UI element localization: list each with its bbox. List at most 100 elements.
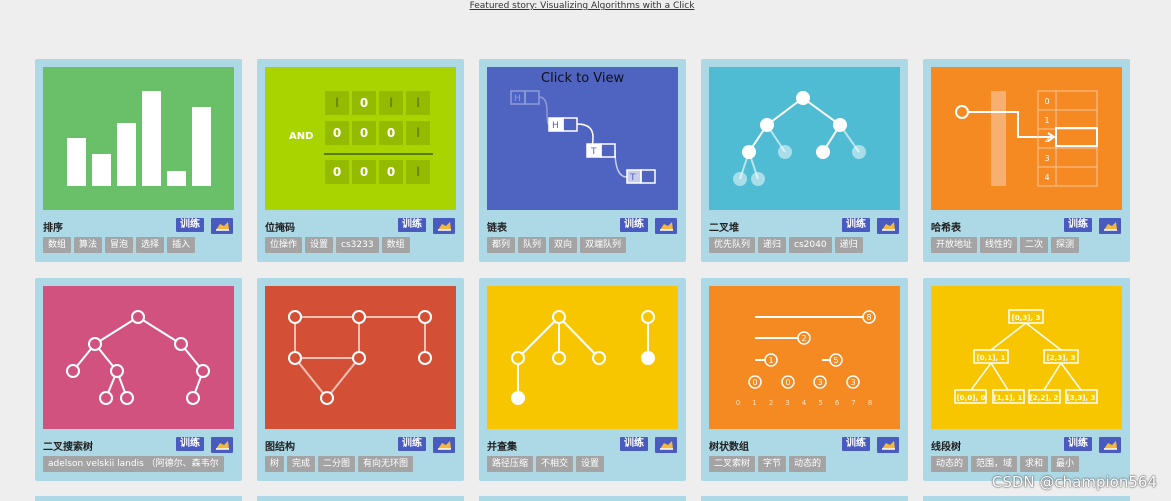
svg-text:3: 3 [850, 378, 855, 387]
hand-pointer-icon[interactable] [655, 437, 677, 453]
thumbnail-bst[interactable] [43, 286, 234, 429]
next-row-card [257, 496, 464, 501]
tag[interactable]: 字节 [758, 456, 787, 472]
hand-pointer-icon[interactable] [1099, 437, 1121, 453]
hand-pointer-icon[interactable] [877, 218, 899, 234]
tag[interactable]: 探测 [1051, 237, 1080, 253]
card-title: 图结构 [265, 442, 295, 453]
tag[interactable]: 有向无环图 [358, 456, 414, 472]
tag[interactable]: adelson velskii landis （阿德尔、森韦尔 [43, 456, 224, 472]
tag[interactable]: 不相交 [536, 456, 574, 472]
fenwick-tree-illustration: 8 2 1 5 0 0 3 3 0 1 2 3 4 5 6 7 8 [709, 286, 900, 429]
train-button[interactable]: 训练 [842, 218, 870, 232]
bit-cell-value: l [416, 126, 420, 140]
tag[interactable]: 完成 [287, 456, 316, 472]
thumbnail-sorting[interactable] [43, 67, 234, 210]
hash-index-label: 3 [1044, 154, 1049, 163]
next-row-card [923, 496, 1130, 501]
tag[interactable]: 数组 [381, 237, 410, 253]
tag-list: 开放地址 线性的 二次 探测 [931, 237, 1127, 255]
binary-heap-illustration [709, 67, 900, 210]
tag[interactable]: 范围，域 [971, 456, 1018, 472]
hand-pointer-icon[interactable] [655, 218, 677, 234]
hand-pointer-icon[interactable] [877, 437, 899, 453]
hand-pointer-icon[interactable] [433, 437, 455, 453]
tag[interactable]: 都列 [487, 237, 516, 253]
tag-list: 都列 队列 双向 双端队列 [487, 237, 683, 255]
thumbnail-hash-table[interactable]: 0 1 2 3 4 [931, 67, 1122, 210]
watermark: CSDN @champion564 [991, 473, 1157, 491]
sorting-bars-illustration [43, 67, 234, 210]
fenwick-axis-label: 1 [752, 399, 756, 407]
svg-text:0: 0 [785, 378, 790, 387]
tag[interactable]: 队列 [518, 237, 547, 253]
next-row-card [479, 496, 686, 501]
train-button[interactable]: 训练 [398, 437, 426, 451]
tag[interactable]: 二叉索树 [709, 456, 756, 472]
tag[interactable]: 树 [265, 456, 285, 472]
graph-illustration [265, 286, 456, 429]
svg-text:H: H [514, 94, 521, 104]
card-title: 线段树 [931, 442, 961, 453]
hand-pointer-icon[interactable] [211, 218, 233, 234]
thumbnail-binary-heap[interactable] [709, 67, 900, 210]
tag[interactable]: 位操作 [265, 237, 303, 253]
tag[interactable]: 开放地址 [931, 237, 978, 253]
thumbnail-fenwick-tree[interactable]: 8 2 1 5 0 0 3 3 0 1 2 3 4 5 6 7 8 [709, 286, 900, 429]
svg-text:2: 2 [801, 334, 806, 343]
thumbnail-bitmask[interactable]: AND l 0 l l 0 0 0 l 0 0 0 l [265, 67, 456, 210]
tag[interactable]: 路径压缩 [487, 456, 534, 472]
svg-text:[0,1], 1: [0,1], 1 [977, 354, 1006, 362]
tag[interactable]: 数组 [43, 237, 72, 253]
tag[interactable]: 递归 [758, 237, 787, 253]
train-button[interactable]: 训练 [620, 437, 648, 451]
tag[interactable]: 线性的 [980, 237, 1018, 253]
train-button[interactable]: 训练 [176, 437, 204, 451]
tag[interactable]: 双端队列 [580, 237, 627, 253]
tag-list: 路径压缩 不相交 设置 [487, 456, 683, 474]
card-title: 树状数组 [709, 442, 749, 453]
tag[interactable]: 二分图 [318, 456, 356, 472]
svg-text:T: T [629, 173, 636, 183]
tag[interactable]: 递归 [834, 237, 863, 253]
train-button[interactable]: 训练 [620, 218, 648, 232]
train-button[interactable]: 训练 [1064, 218, 1092, 232]
card-sorting: 排序 训练 数组 算法 冒泡 选择 插入 [35, 59, 242, 262]
train-button[interactable]: 训练 [176, 218, 204, 232]
hand-pointer-icon[interactable] [433, 218, 455, 234]
tag[interactable]: 选择 [136, 237, 165, 253]
tag[interactable]: 双向 [549, 237, 578, 253]
tag[interactable]: 设置 [305, 237, 334, 253]
thumbnail-segment-tree[interactable]: [0,3], 3 [0,1], 1 [2,3], 3 [0,0], 0 [1,1… [931, 286, 1122, 429]
tag[interactable]: 动态的 [789, 456, 827, 472]
thumbnail-linked-list[interactable]: Click to View H H T T [487, 67, 678, 210]
bit-cell-value: 0 [387, 165, 395, 179]
bitmask-illustration: AND l 0 l l 0 0 0 l 0 0 0 l [265, 67, 456, 210]
featured-story-link[interactable]: Featured story: Visualizing Algorithms w… [0, 1, 1164, 11]
hand-pointer-icon[interactable] [1099, 218, 1121, 234]
tag[interactable]: 求和 [1020, 456, 1049, 472]
train-button[interactable]: 训练 [842, 437, 870, 451]
thumbnail-union-find[interactable] [487, 286, 678, 429]
svg-text:3: 3 [817, 378, 822, 387]
tag[interactable]: 二次 [1020, 237, 1049, 253]
tag[interactable]: cs2040 [789, 237, 832, 253]
tag[interactable]: 设置 [576, 456, 605, 472]
tag[interactable]: 算法 [74, 237, 103, 253]
tag[interactable]: 冒泡 [105, 237, 134, 253]
tag[interactable]: 优先队列 [709, 237, 756, 253]
tag[interactable]: cs3233 [336, 237, 379, 253]
hand-pointer-icon[interactable] [211, 437, 233, 453]
card-graph: 图结构 训练 树完成 二分图 有向无环图 [257, 278, 464, 481]
fenwick-axis-label: 2 [769, 399, 773, 407]
tag[interactable]: 动态的 [931, 456, 969, 472]
thumbnail-graph[interactable] [265, 286, 456, 429]
train-button[interactable]: 训练 [398, 218, 426, 232]
fenwick-axis-label: 8 [868, 399, 872, 407]
hash-index-label: 2 [1044, 135, 1049, 144]
hash-index-label: 1 [1044, 116, 1049, 125]
tag[interactable]: 最小 [1051, 456, 1080, 472]
tag-list: 数组 算法 冒泡 选择 插入 [43, 237, 239, 255]
train-button[interactable]: 训练 [1064, 437, 1092, 451]
tag[interactable]: 插入 [167, 237, 196, 253]
